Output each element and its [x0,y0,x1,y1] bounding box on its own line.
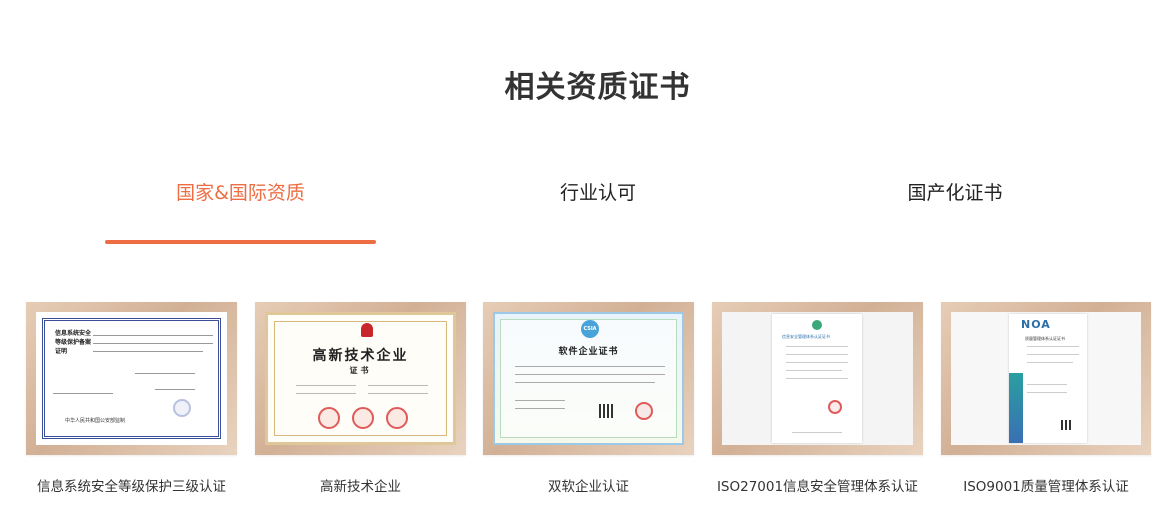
seal-icon [386,407,408,429]
certification-emblem-icon [812,320,822,330]
certificate-caption: 信息系统安全等级保护三级认证 [37,479,226,495]
section-title: 相关资质证书 [504,70,691,105]
certificate-frame: 高新技术企业 证书 [255,302,466,455]
noa-logo: NOA [1021,318,1051,331]
tab-industry-recognition[interactable]: 行业认可 [490,178,706,205]
certificate-image: 信息安全管理体系认证证书 [722,312,913,445]
tab-domestic-certificates[interactable]: 国产化证书 [860,178,1050,205]
certificate-image: CSIA 软件企业证书 [493,312,684,445]
certificate-image: 信息系统安全等级保护备案证明 中华人民共和国公安部监制 [36,312,227,445]
certificate-frame: 信息系统安全等级保护备案证明 中华人民共和国公安部监制 [26,302,237,455]
seal-icon [828,400,842,414]
certificate-card[interactable]: 高新技术企业 证书 高新技术企业 [255,302,466,495]
active-tab-underline [105,240,376,244]
certificate-caption: 高新技术企业 [320,479,401,495]
certificate-frame: 信息安全管理体系认证证书 [712,302,923,455]
certificate-image-subtitle: 质量管理体系认证证书 [1025,336,1065,341]
certificate-card[interactable]: 信息安全管理体系认证证书 ISO27001信息安全管理体系认证 [712,302,923,495]
certificate-list: 信息系统安全等级保护备案证明 中华人民共和国公安部监制 信息系统安全等级保护三级… [0,302,1171,502]
seal-icon [635,402,653,420]
certificate-image-title: 信息系统安全等级保护备案证明 [55,330,92,355]
certificate-image: 高新技术企业 证书 [265,312,456,445]
certificate-frame: NOA 质量管理体系认证证书 [941,302,1151,455]
certificate-image: NOA 质量管理体系认证证书 [951,312,1141,445]
certificate-card[interactable]: CSIA 软件企业证书 双软企业认证 [483,302,694,495]
certificate-image-title: 高新技术企业 [312,348,409,364]
certificate-card[interactable]: NOA 质量管理体系认证证书 ISO9001质量管理体系认证 [941,302,1151,495]
seal-icon [352,407,374,429]
certificate-caption: 双软企业认证 [548,479,629,495]
certificate-image-subtitle: 证书 [349,366,372,375]
certificate-image-title: 软件企业证书 [558,347,619,357]
certificate-tabs: 国家&国际资质 行业认可 国产化证书 [0,178,1171,248]
qr-code-icon [599,404,613,418]
certificate-caption: ISO27001信息安全管理体系认证 [716,479,919,495]
seal-icon [318,407,340,429]
certificate-frame: CSIA 软件企业证书 [483,302,694,455]
certificate-caption: ISO9001质量管理体系认证 [963,479,1129,495]
certificate-image-title: 信息安全管理体系认证证书 [782,334,830,339]
certificate-card[interactable]: 信息系统安全等级保护备案证明 中华人民共和国公安部监制 信息系统安全等级保护三级… [26,302,237,495]
qr-code-icon [1061,420,1071,430]
certificate-image-footer: 中华人民共和国公安部监制 [65,418,126,424]
tab-national-international[interactable]: 国家&国际资质 [105,178,376,205]
csia-logo-icon: CSIA [581,320,599,338]
national-emblem-icon [361,323,373,337]
